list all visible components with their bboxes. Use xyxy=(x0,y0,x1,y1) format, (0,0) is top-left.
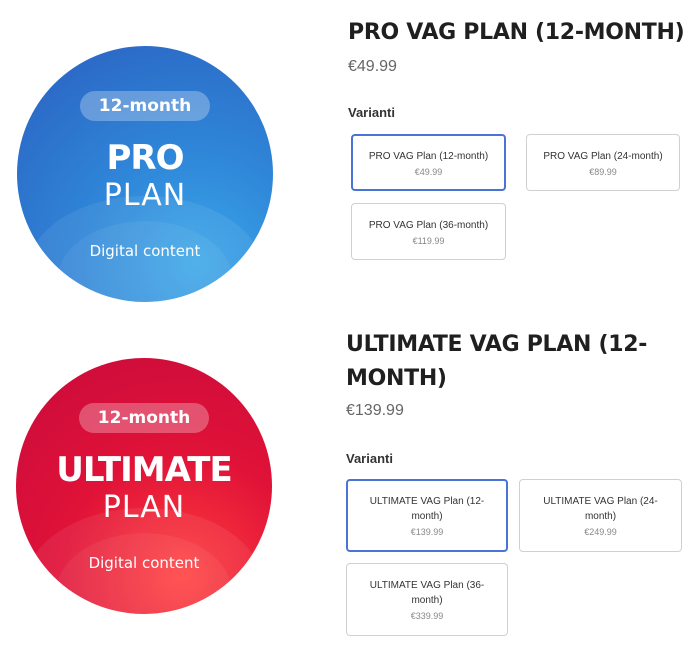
plan-name: ULTIMATE xyxy=(56,450,232,490)
plan-name: PRO xyxy=(106,138,184,178)
variant-option-36-month[interactable]: ULTIMATE VAG Plan (36-month) €339.99 xyxy=(346,563,508,636)
variant-price: €339.99 xyxy=(410,611,444,621)
duration-pill: 12-month xyxy=(80,91,210,121)
variant-option-12-month[interactable]: ULTIMATE VAG Plan (12-month) €139.99 xyxy=(346,479,508,552)
plan-word: PLAN xyxy=(103,178,187,213)
ultimate-plan-image[interactable]: 12-month ULTIMATE PLAN Digital content xyxy=(16,358,272,614)
variant-price: €49.99 xyxy=(414,166,443,177)
digital-content-caption: Digital content xyxy=(88,554,200,572)
variant-name: PRO VAG Plan (36-month) xyxy=(368,219,489,231)
variant-name: PRO VAG Plan (24-month) xyxy=(543,150,663,162)
variant-name: ULTIMATE VAG Plan (36-month) xyxy=(369,580,485,606)
product-title-line-1: ULTIMATE VAG PLAN (12- xyxy=(346,332,648,357)
variant-option-36-month[interactable]: PRO VAG Plan (36-month) €119.99 xyxy=(351,203,506,260)
variant-price: €119.99 xyxy=(412,235,445,246)
variant-price: €89.99 xyxy=(589,166,617,177)
variant-name: ULTIMATE VAG Plan (12-month) xyxy=(369,496,485,522)
variant-name: PRO VAG Plan (12-month) xyxy=(368,150,489,162)
product-title: PRO VAG PLAN (12-MONTH) xyxy=(348,20,685,45)
variant-price: €249.99 xyxy=(584,527,617,537)
plan-word: PLAN xyxy=(102,490,186,525)
digital-content-caption: Digital content xyxy=(89,242,201,260)
variant-price: €139.99 xyxy=(410,527,444,537)
product-price: €139.99 xyxy=(346,402,404,419)
variants-label: Varianti xyxy=(348,105,395,120)
variants-label: Varianti xyxy=(346,451,393,466)
duration-pill: 12-month xyxy=(79,403,209,433)
product-price: €49.99 xyxy=(348,58,397,75)
pro-plan-image[interactable]: 12-month PRO PLAN Digital content xyxy=(17,46,273,302)
variant-option-24-month[interactable]: PRO VAG Plan (24-month) €89.99 xyxy=(526,134,680,191)
product-title-line-2: MONTH) xyxy=(346,366,447,391)
product-ultimate: 12-month ULTIMATE PLAN Digital content U… xyxy=(0,320,696,648)
variant-option-24-month[interactable]: ULTIMATE VAG Plan (24-month) €249.99 xyxy=(519,479,682,552)
product-pro: 12-month PRO PLAN Digital content PRO VA… xyxy=(0,0,696,320)
variant-option-12-month[interactable]: PRO VAG Plan (12-month) €49.99 xyxy=(351,134,506,191)
variant-name: ULTIMATE VAG Plan (24-month) xyxy=(543,496,658,522)
